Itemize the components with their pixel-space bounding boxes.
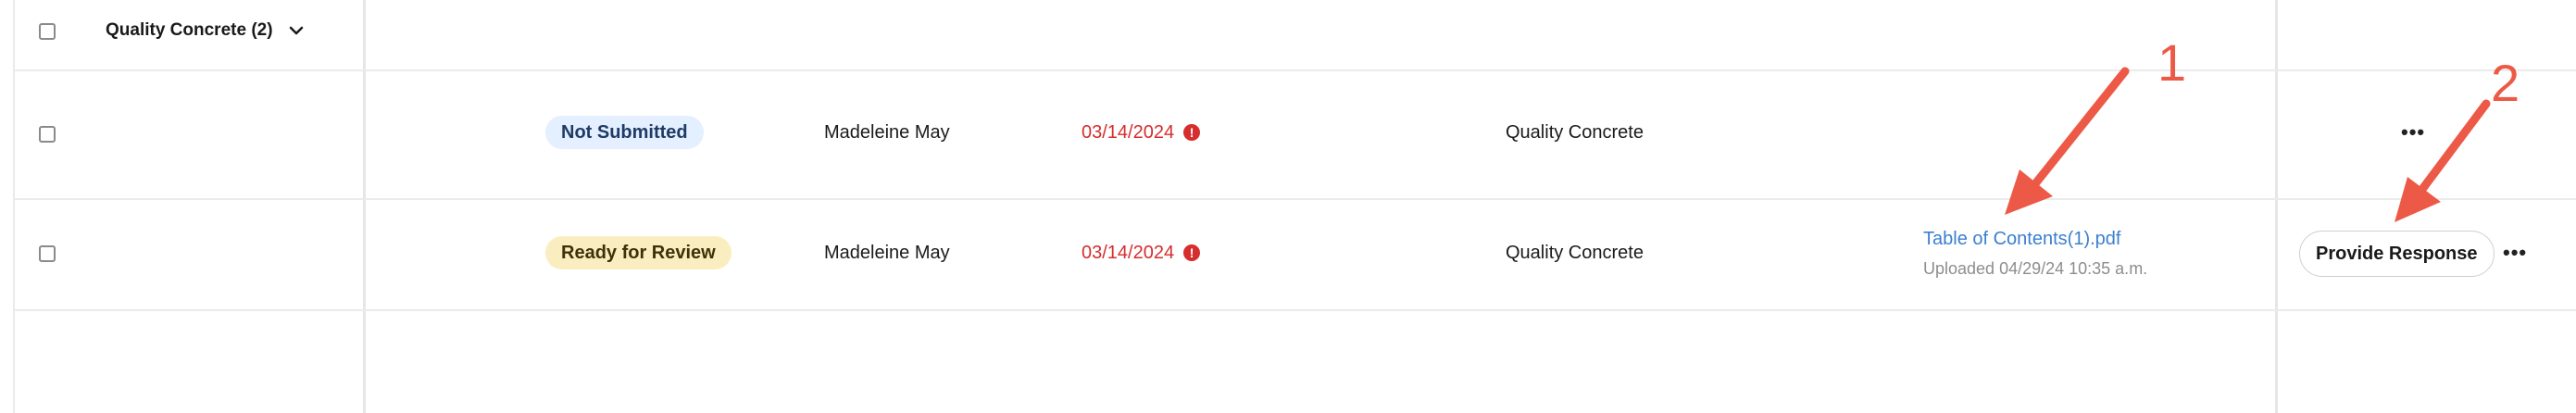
annotation-arrow-1 <box>2005 67 2130 215</box>
annotation-arrow-2 <box>2395 99 2491 222</box>
annotation-label-1: 1 <box>2157 33 2187 92</box>
annotation-label-2: 2 <box>2491 54 2520 112</box>
annotation-arrows <box>2005 67 2491 222</box>
